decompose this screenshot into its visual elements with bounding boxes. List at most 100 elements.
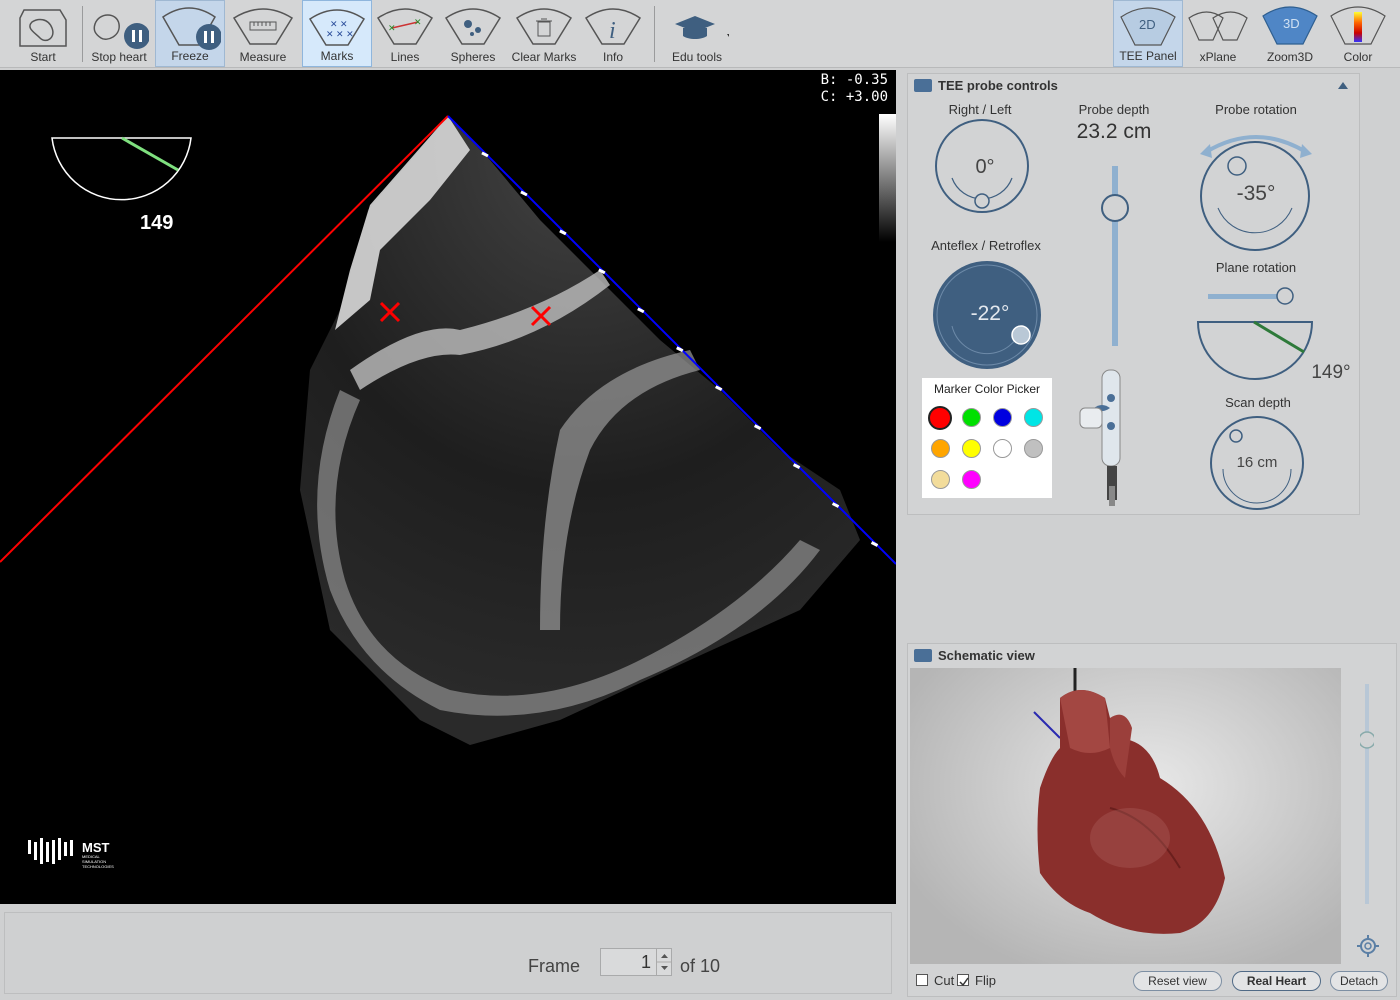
freeze-icon [162, 7, 221, 50]
flip-label: Flip [975, 973, 996, 988]
tee-probe-icon [1079, 369, 1121, 506]
start-button[interactable]: Start [10, 0, 76, 67]
anteflex-label: Anteflex / Retroflex [931, 238, 1041, 253]
start-label: Start [30, 50, 56, 64]
right-left-value: 0° [975, 156, 995, 178]
probe-depth-slider[interactable] [1098, 164, 1132, 350]
plane-rotation-value: 149° [1311, 362, 1351, 383]
scan-depth-label: Scan depth [1225, 395, 1291, 410]
toolbar: Start Stop heart Freeze Measure ✕ ✕ ✕ ✕ ✕… [0, 0, 1400, 68]
tee-panel-title: TEE probe controls [938, 78, 1058, 93]
color-swatch[interactable] [962, 470, 981, 489]
spheres-button[interactable]: Spheres [440, 0, 506, 67]
tee-panel-2d-icon: 2D [1120, 7, 1176, 46]
zoom3d-badge: 3D [1283, 16, 1300, 31]
depth-tick [520, 190, 528, 197]
depth-tick [870, 541, 879, 547]
schematic-zoom-slider[interactable] [1360, 684, 1374, 904]
depth-tick [559, 229, 567, 236]
reset-view-button[interactable]: Reset view [1133, 971, 1222, 991]
svg-text:✕: ✕ [388, 23, 396, 33]
stop-heart-label: Stop heart [91, 50, 147, 64]
probe-rotation-value: -35° [1236, 182, 1276, 205]
svg-text:i: i [609, 18, 616, 44]
schematic-title: Schematic view [938, 648, 1035, 663]
lines-button[interactable]: ✕ ✕ Lines [372, 0, 438, 67]
checkmark-icon [959, 977, 969, 987]
settings-gear-icon[interactable] [1356, 934, 1380, 958]
collapse-icon[interactable] [1337, 80, 1349, 90]
brightness-value: B: -0.35 [820, 72, 888, 88]
ultrasound-viewport[interactable]: MST MEDICAL SIMULATION TECHNOLOGIES B: -… [0, 70, 896, 904]
frame-total: of 10 [680, 956, 721, 976]
grayscale-bar [879, 114, 896, 242]
depth-tick [676, 346, 684, 353]
info-button[interactable]: i Info [580, 0, 646, 67]
tee-panel-button[interactable]: 2D TEE Panel [1113, 0, 1183, 67]
marker-color-picker: Marker Color Picker [922, 378, 1052, 498]
brightness-contrast-readout: B: -0.35 C: +3.00 [821, 72, 888, 106]
heart-probe-icon [19, 9, 67, 47]
zoom3d-button[interactable]: 3D Zoom3D [1254, 0, 1326, 67]
real-heart-button[interactable]: Real Heart [1232, 971, 1321, 991]
frame-bar: Frame 1 of 10 [0, 906, 896, 1000]
xplane-label: xPlane [1199, 50, 1237, 64]
measure-button[interactable]: Measure [226, 0, 300, 67]
tee-panel-badge: 2D [1139, 17, 1156, 32]
cut-label: Cut [934, 973, 955, 988]
plane-rotation-control[interactable] [1196, 282, 1318, 386]
stop-heart-button[interactable]: Stop heart [86, 0, 152, 67]
right-left-label: Right / Left [948, 102, 1012, 117]
plane-angle-value: 149 [140, 212, 174, 234]
probe-depth-label: Probe depth [1078, 102, 1150, 117]
svg-text:✕ ✕ ✕: ✕ ✕ ✕ [326, 29, 354, 39]
frame-label: Frame [528, 956, 581, 976]
color-swatch[interactable] [931, 439, 950, 458]
depth-tick [637, 307, 645, 314]
zoom3d-icon: 3D [1262, 6, 1318, 45]
heart-3d-view[interactable] [910, 668, 1341, 964]
angle-needle [121, 136, 179, 172]
trash-icon [515, 8, 573, 45]
clear-marks-button[interactable]: Clear Marks [508, 0, 580, 67]
contrast-value: C: +3.00 [820, 89, 888, 105]
marks-button[interactable]: ✕ ✕ ✕ ✕ ✕ Marks [302, 0, 372, 67]
color-swatch[interactable] [993, 408, 1012, 427]
mst-small-logo-icon [914, 649, 932, 662]
svg-text:✕ ✕: ✕ ✕ [330, 19, 348, 29]
color-label: Color [1343, 50, 1373, 64]
zoom3d-label: Zoom3D [1266, 50, 1313, 64]
xplane-button[interactable]: xPlane [1185, 0, 1251, 67]
color-swatch[interactable] [1024, 408, 1043, 427]
detach-button[interactable]: Detach [1330, 971, 1388, 991]
color-button[interactable]: Color [1326, 0, 1390, 67]
mst-logo [28, 838, 73, 864]
color-swatch[interactable] [1024, 439, 1043, 458]
info-label: Info [602, 50, 623, 64]
ultrasound-sector: MST MEDICAL SIMULATION TECHNOLOGIES [0, 114, 896, 869]
marks-label: Marks [320, 49, 354, 63]
color-swatch[interactable] [931, 470, 950, 489]
freeze-button[interactable]: Freeze [155, 0, 225, 67]
probe-rotation-label: Probe rotation [1215, 102, 1297, 117]
brand-name: MST [82, 840, 110, 855]
cut-checkbox[interactable] [916, 974, 928, 986]
color-swatch[interactable] [962, 439, 981, 458]
flip-checkbox[interactable] [957, 974, 969, 987]
color-swatch[interactable] [993, 439, 1012, 458]
color-swatch[interactable] [962, 408, 981, 427]
spheres-label: Spheres [450, 50, 496, 64]
lines-icon: ✕✕ [376, 8, 434, 45]
probe-depth-value: 23.2 cm [1076, 120, 1152, 143]
color-swatch[interactable] [928, 406, 952, 430]
plane-rotation-label: Plane rotation [1215, 260, 1297, 275]
anteflex-value: -22° [970, 302, 1010, 325]
xplane-icon [1188, 11, 1248, 41]
ruler-icon [232, 8, 294, 45]
lines-label: Lines [390, 50, 420, 64]
heart-3d-model [1033, 668, 1225, 934]
frame-spinner[interactable] [656, 949, 672, 975]
edu-tools-button[interactable]: Edu tools [660, 0, 734, 67]
color-map-icon [1330, 6, 1386, 45]
graduation-cap-icon [675, 16, 729, 39]
